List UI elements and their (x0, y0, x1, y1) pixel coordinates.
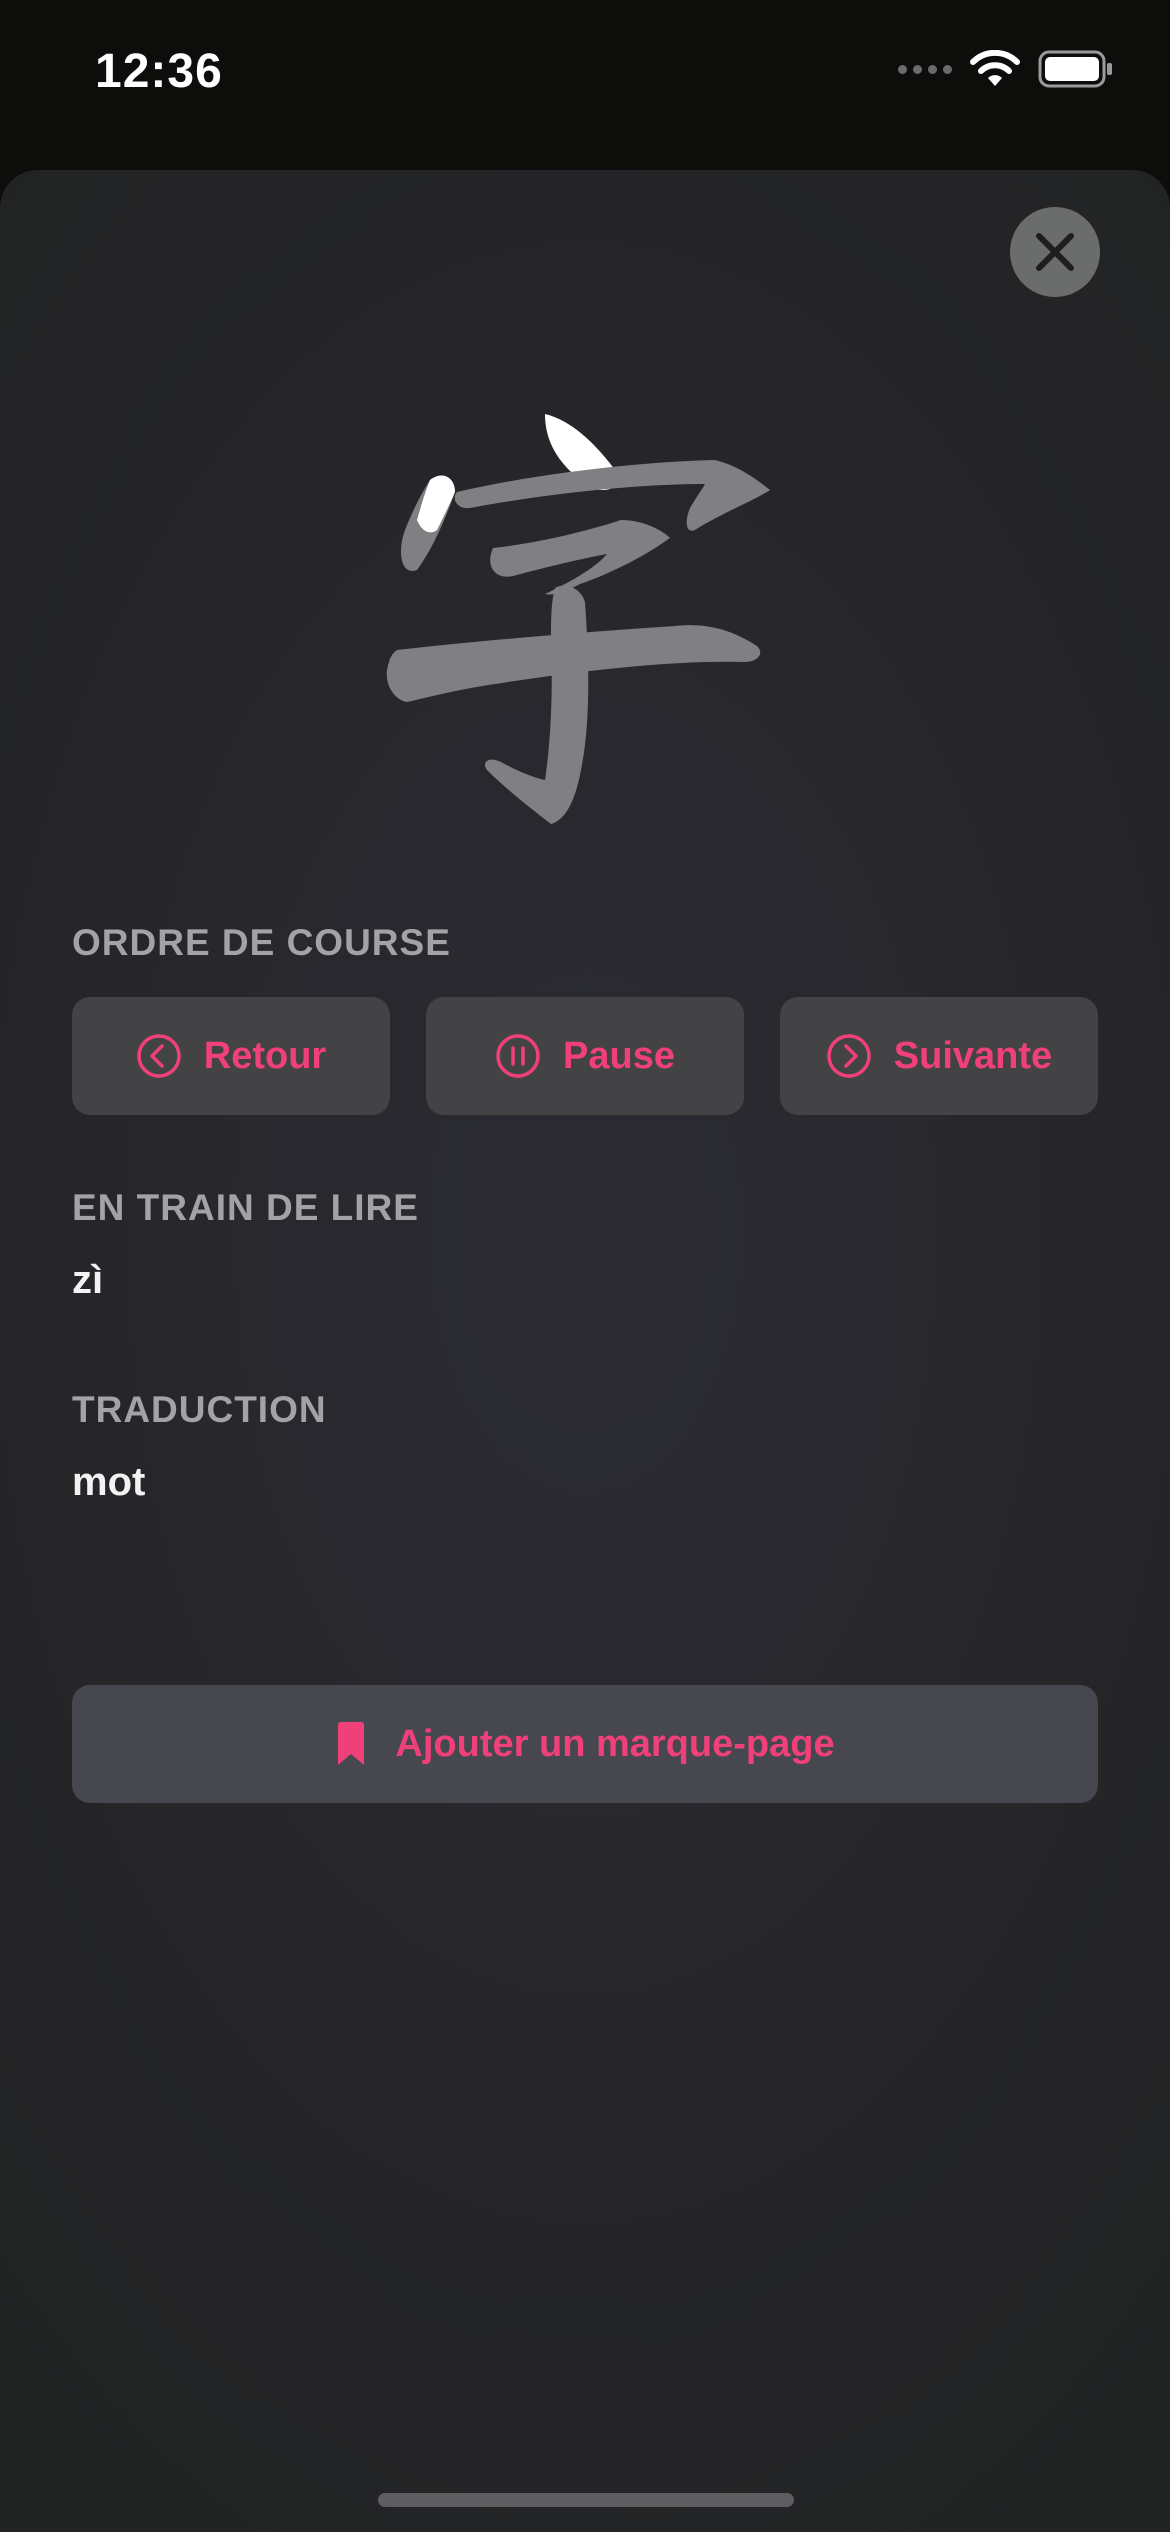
wifi-icon (970, 50, 1020, 86)
bookmark-icon (338, 1722, 365, 1765)
status-bar: 12:36 (0, 0, 1170, 150)
status-time: 12:36 (95, 45, 223, 98)
next-button[interactable]: Suivante (780, 997, 1098, 1115)
add-bookmark-button[interactable]: Ajouter un marque-page (72, 1685, 1098, 1803)
reading-label: EN TRAIN DE LIRE (72, 1187, 419, 1228)
translation-label: TRADUCTION (72, 1389, 327, 1430)
stroke-order-label: ORDRE DE COURSE (72, 922, 451, 963)
pause-circle-icon (496, 1034, 540, 1078)
reading-value: zì (72, 1258, 104, 1302)
pause-button[interactable]: Pause (426, 997, 744, 1115)
signal-dots-icon (898, 64, 952, 74)
battery-icon (1038, 50, 1112, 88)
home-indicator (378, 2493, 794, 2507)
translation-value: mot (72, 1460, 146, 1504)
back-button[interactable]: Retour (72, 997, 390, 1115)
stroke-order-animation (386, 414, 770, 824)
back-button-label: Retour (203, 1034, 327, 1077)
stroke-order-controls: Retour Pause Suivante (72, 997, 1098, 1115)
close-icon (1036, 233, 1074, 271)
status-icons (898, 50, 1114, 88)
stroke-4 (490, 520, 670, 595)
pause-button-label: Pause (563, 1034, 675, 1077)
character-detail-sheet: ORDRE DE COURSE Retour Pause Suivante EN… (0, 170, 1170, 2532)
stroke-3 (454, 460, 770, 531)
add-bookmark-label: Ajouter un marque-page (395, 1722, 835, 1765)
close-button[interactable] (1010, 207, 1100, 297)
next-button-label: Suivante (893, 1034, 1053, 1077)
chevron-right-circle-icon (827, 1034, 871, 1078)
chevron-left-circle-icon (137, 1034, 181, 1078)
stroke-5 (484, 585, 589, 824)
